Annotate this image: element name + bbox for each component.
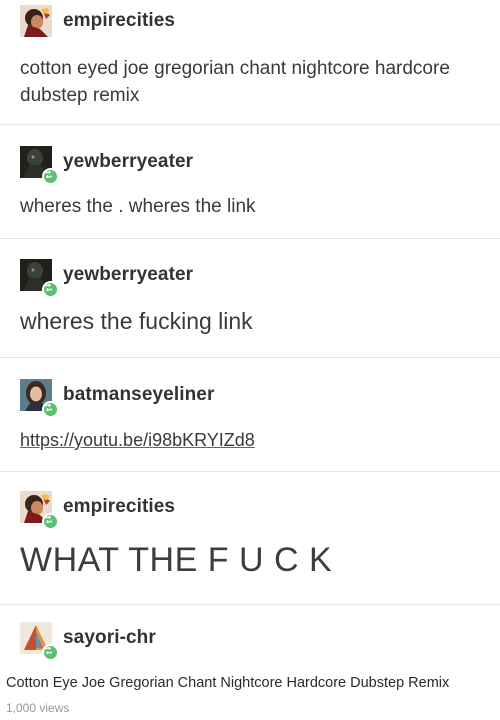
post-text: wheres the . wheres the link xyxy=(20,196,256,217)
post-header: yewberryeater xyxy=(20,146,193,185)
post-header: empirecities xyxy=(20,5,175,37)
post-username[interactable]: yewberryeater xyxy=(63,264,193,286)
yewberryeater-avatar[interactable] xyxy=(20,259,59,298)
post-divider xyxy=(0,471,500,472)
empirecities-avatar[interactable] xyxy=(20,491,59,530)
reblog-icon xyxy=(42,401,59,418)
reblog-icon xyxy=(42,644,59,661)
post-text: WHAT THE F U C K xyxy=(20,541,333,579)
post-username[interactable]: sayori-chr xyxy=(63,627,156,649)
post-header: sayori-chr xyxy=(20,622,156,661)
post-divider xyxy=(0,604,500,605)
empirecities-avatar[interactable] xyxy=(20,5,52,37)
post-divider xyxy=(0,124,500,125)
video-views: 1,000 views xyxy=(6,701,70,715)
post-text: wheres the fucking link xyxy=(20,308,253,334)
post-header: empirecities xyxy=(20,491,175,530)
reblog-icon xyxy=(42,281,59,298)
reblog-icon xyxy=(42,168,59,185)
batmanseyeliner-avatar[interactable] xyxy=(20,379,59,418)
post-divider xyxy=(0,357,500,358)
post-divider xyxy=(0,238,500,239)
post-username[interactable]: empirecities xyxy=(63,496,175,518)
video-title[interactable]: Cotton Eye Joe Gregorian Chant Nightcore… xyxy=(6,673,496,693)
post-username[interactable]: empirecities xyxy=(63,10,175,32)
post-header: batmanseyeliner xyxy=(20,379,214,418)
post-header: yewberryeater xyxy=(20,259,193,298)
sayori-chr-avatar[interactable] xyxy=(20,622,59,661)
post-username[interactable]: yewberryeater xyxy=(63,151,193,173)
post-username[interactable]: batmanseyeliner xyxy=(63,384,214,406)
yewberryeater-avatar[interactable] xyxy=(20,146,59,185)
post-link[interactable]: https://youtu.be/i98bKRYIZd8 xyxy=(20,427,480,453)
post-text: cotton eyed joe gregorian chant nightcor… xyxy=(20,58,450,106)
reblog-icon xyxy=(42,513,59,530)
